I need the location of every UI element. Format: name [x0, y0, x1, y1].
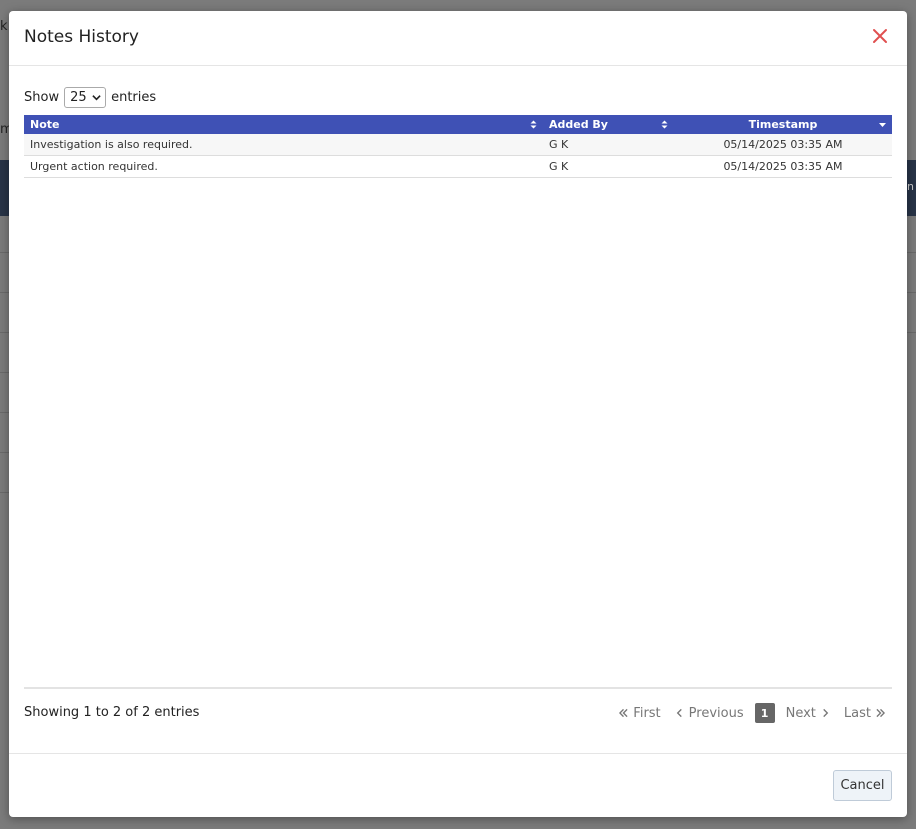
added-by-cell: G K — [543, 155, 674, 178]
background-text-fragment: k — [0, 19, 8, 34]
sort-icon — [530, 120, 537, 129]
added-by-cell: G K — [543, 134, 674, 156]
column-header-label: Added By — [549, 118, 608, 131]
column-header-timestamp[interactable]: Timestamp — [674, 115, 892, 134]
first-page-button[interactable]: First — [612, 706, 667, 721]
last-page-label: Last — [843, 705, 871, 721]
notes-table: Note Added By Timestamp Investigation is… — [24, 115, 892, 178]
column-header-label: Note — [30, 118, 60, 131]
double-chevron-right-icon — [876, 708, 885, 718]
background-divider — [906, 252, 916, 253]
background-divider — [906, 332, 916, 333]
sort-desc-icon — [879, 123, 886, 127]
modal-title: Notes History — [24, 27, 139, 47]
previous-page-label: Previous — [688, 705, 744, 721]
table-row: Investigation is also required. G K 05/1… — [24, 134, 892, 156]
note-cell: Urgent action required. — [24, 155, 543, 178]
current-page-button[interactable]: 1 — [754, 703, 775, 723]
length-menu: Show 25 entries — [24, 87, 156, 108]
last-page-button[interactable]: Last — [837, 706, 892, 721]
background-divider — [906, 292, 916, 293]
chevron-left-icon — [676, 708, 682, 718]
column-header-added-by[interactable]: Added By — [543, 115, 674, 134]
table-footer-divider — [24, 687, 892, 689]
sort-icon — [661, 120, 668, 129]
close-button[interactable] — [869, 25, 891, 47]
chevron-down-icon — [92, 95, 101, 101]
double-chevron-left-icon — [619, 708, 628, 718]
table-row: Urgent action required. G K 05/14/2025 0… — [24, 155, 892, 178]
timestamp-cell: 05/14/2025 03:35 AM — [674, 134, 892, 156]
show-label: Show — [24, 90, 60, 105]
previous-page-button[interactable]: Previous — [668, 706, 751, 721]
column-header-note[interactable]: Note — [24, 115, 543, 134]
next-page-button[interactable]: Next — [779, 706, 837, 721]
next-page-label: Next — [785, 705, 816, 721]
entries-label: entries — [111, 90, 157, 105]
chevron-right-icon — [823, 708, 829, 718]
notes-history-modal: Notes History Show 25 entries Note Added… — [9, 11, 907, 817]
column-header-label: Timestamp — [748, 118, 818, 131]
pagination: First Previous 1 Next Last — [612, 703, 892, 723]
page-length-select[interactable]: 25 — [64, 87, 107, 108]
cancel-button[interactable]: Cancel — [833, 770, 892, 801]
first-page-label: First — [633, 705, 661, 721]
note-cell: Investigation is also required. — [24, 134, 543, 156]
close-icon — [873, 29, 887, 43]
table-header-row: Note Added By Timestamp — [24, 115, 892, 134]
timestamp-cell: 05/14/2025 03:35 AM — [674, 155, 892, 178]
modal-footer-divider — [9, 753, 907, 754]
modal-header: Notes History — [9, 11, 907, 66]
page-length-value: 25 — [70, 90, 87, 105]
table-info: Showing 1 to 2 of 2 entries — [24, 705, 200, 720]
background-text-fragment: n — [907, 180, 914, 193]
